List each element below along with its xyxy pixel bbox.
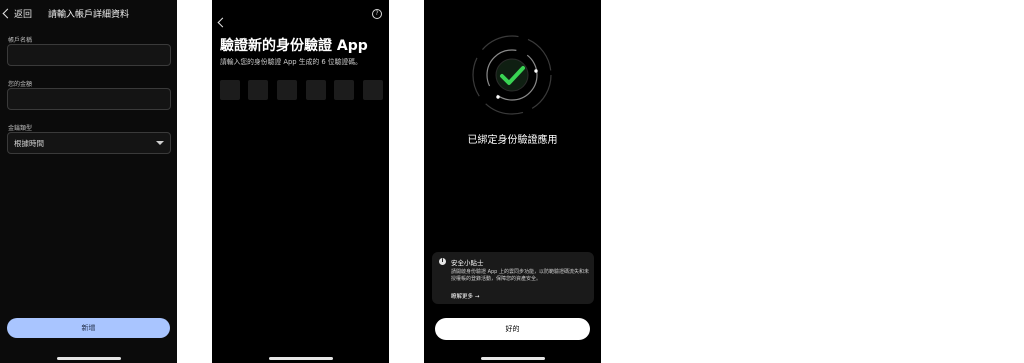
success-illustration <box>471 34 553 116</box>
success-title: 已綁定身份驗證應用 <box>467 135 558 146</box>
code-digit-5[interactable] <box>334 80 354 100</box>
code-digit-1[interactable] <box>220 80 240 100</box>
security-tip-card: i 安全小貼士 請開啟身份驗證 App 上的雲同步功能，以防範驗證碼流失和未授權… <box>432 252 594 304</box>
success-check-icon <box>472 35 552 115</box>
amount-input[interactable] <box>7 88 171 110</box>
help-icon[interactable]: ? <box>372 9 382 19</box>
info-icon: i <box>439 258 446 265</box>
account-name-label: 帳戶名稱 <box>8 37 33 44</box>
code-digit-2[interactable] <box>248 80 268 100</box>
page-title: 驗證新的身份驗證 App <box>220 38 368 54</box>
code-digit-3[interactable] <box>277 80 297 100</box>
key-type-select[interactable]: 根據時間 <box>7 132 171 154</box>
key-type-label: 金鑰類型 <box>8 125 33 132</box>
page-subtitle: 請輸入您的身份驗證 App 生成的 6 位驗證碼。 <box>220 58 362 66</box>
bound-success-screen: 已綁定身份驗證應用 i 安全小貼士 請開啟身份驗證 App 上的雲同步功能，以防… <box>424 0 601 363</box>
amount-label: 您的金額 <box>8 81 33 88</box>
chevron-left-icon <box>217 17 228 28</box>
add-button[interactable]: 新增 <box>7 318 170 338</box>
verify-app-screen: ? 驗證新的身份驗證 App 請輸入您的身份驗證 App 生成的 6 位驗證碼。 <box>212 0 389 363</box>
home-indicator <box>268 357 333 360</box>
code-digit-4[interactable] <box>306 80 326 100</box>
tip-title: 安全小貼士 <box>451 259 484 267</box>
ok-button[interactable]: 好的 <box>435 318 590 340</box>
page-title: 請輸入帳戶詳細資料 <box>47 10 129 20</box>
back-button[interactable] <box>217 11 228 30</box>
home-indicator <box>480 357 545 360</box>
chevron-down-icon <box>156 141 164 145</box>
top-bar: 返回 請輸入帳戶詳細資料 <box>0 7 177 23</box>
tip-body: 請開啟身份驗證 App 上的雲同步功能，以防範驗證碼流失和未授權帳的登錄活動，保… <box>451 269 589 282</box>
home-indicator <box>56 357 121 360</box>
key-type-value: 根據時間 <box>14 139 44 148</box>
code-digit-6[interactable] <box>363 80 383 100</box>
account-name-input[interactable] <box>7 44 171 66</box>
account-details-screen: 返回 請輸入帳戶詳細資料 帳戶名稱 您的金額 金鑰類型 根據時間 新增 <box>0 0 177 363</box>
learn-more-link[interactable]: 瞭解更多 → <box>451 292 479 300</box>
